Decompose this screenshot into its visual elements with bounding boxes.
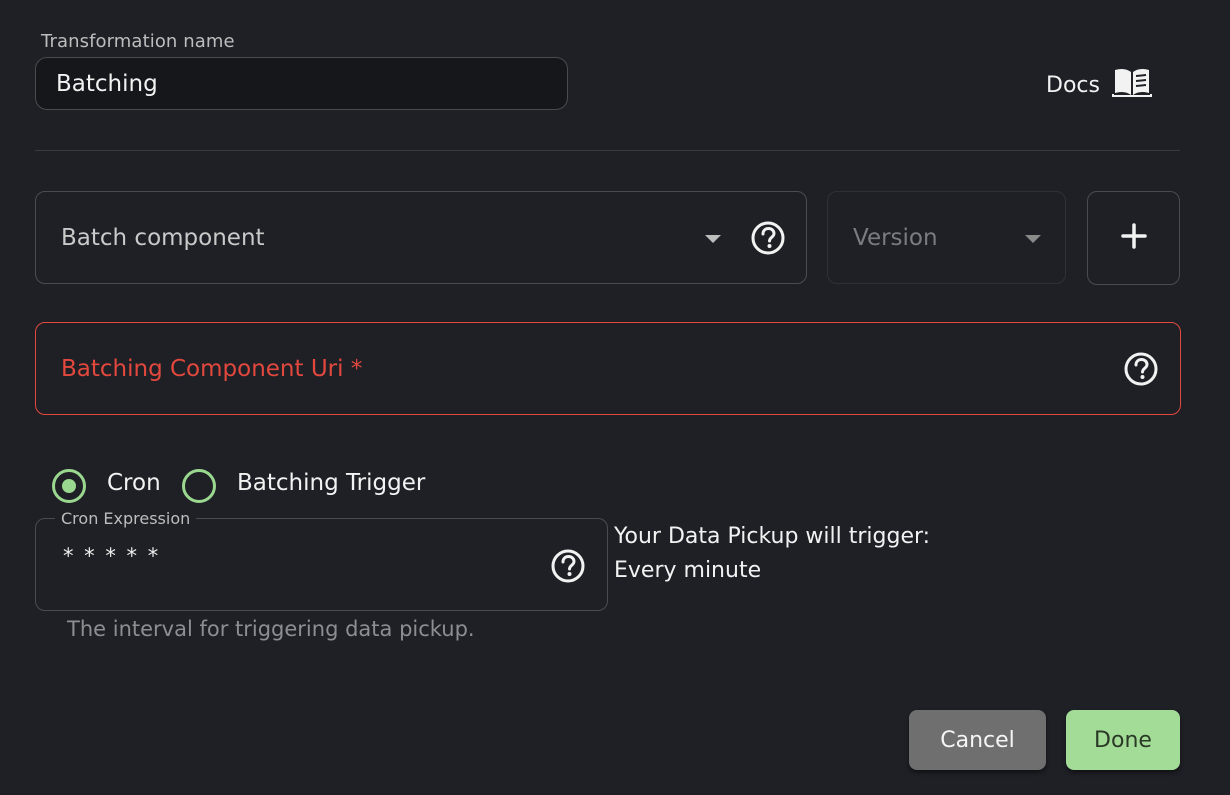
batch-component-select[interactable]: Batch component	[35, 191, 807, 284]
batching-component-uri-label: Batching Component Uri *	[61, 355, 363, 382]
radio-selected-dot	[62, 479, 76, 493]
book-icon	[1111, 66, 1152, 104]
cancel-button[interactable]: Cancel	[909, 710, 1046, 770]
batching-trigger-radio-label[interactable]: Batching Trigger	[237, 470, 425, 496]
version-placeholder: Version	[853, 224, 938, 251]
cron-expression-label: Cron Expression	[55, 509, 197, 528]
help-circle-icon[interactable]	[550, 548, 586, 588]
add-button[interactable]	[1087, 191, 1180, 285]
version-select[interactable]: Version	[827, 191, 1066, 284]
chevron-down-icon[interactable]	[1025, 235, 1041, 243]
pickup-description: Your Data Pickup will trigger: Every min…	[614, 520, 930, 588]
divider	[35, 150, 1180, 151]
batching-component-uri-field[interactable]: Batching Component Uri *	[35, 322, 1181, 415]
chevron-down-icon[interactable]	[705, 235, 721, 243]
batch-component-placeholder: Batch component	[61, 224, 265, 251]
docs-link[interactable]: Docs	[1046, 66, 1152, 104]
transformation-name-value: Batching	[56, 70, 158, 97]
transformation-name-label: Transformation name	[41, 31, 235, 52]
cron-radio[interactable]	[52, 469, 86, 503]
pickup-line-1: Your Data Pickup will trigger:	[614, 524, 931, 549]
cron-expression-value[interactable]: * * * * *	[63, 544, 160, 568]
pickup-line-2: Every minute	[614, 558, 762, 583]
transformation-name-input[interactable]: Batching	[35, 57, 568, 110]
help-circle-icon[interactable]	[1123, 351, 1159, 393]
plus-icon	[1120, 223, 1147, 253]
cron-radio-label[interactable]: Cron	[107, 470, 161, 496]
help-circle-icon[interactable]	[750, 220, 786, 262]
done-button[interactable]: Done	[1066, 710, 1180, 770]
cron-expression-helper: The interval for triggering data pickup.	[67, 617, 475, 641]
batching-trigger-radio[interactable]	[182, 469, 216, 503]
docs-label: Docs	[1046, 72, 1100, 98]
